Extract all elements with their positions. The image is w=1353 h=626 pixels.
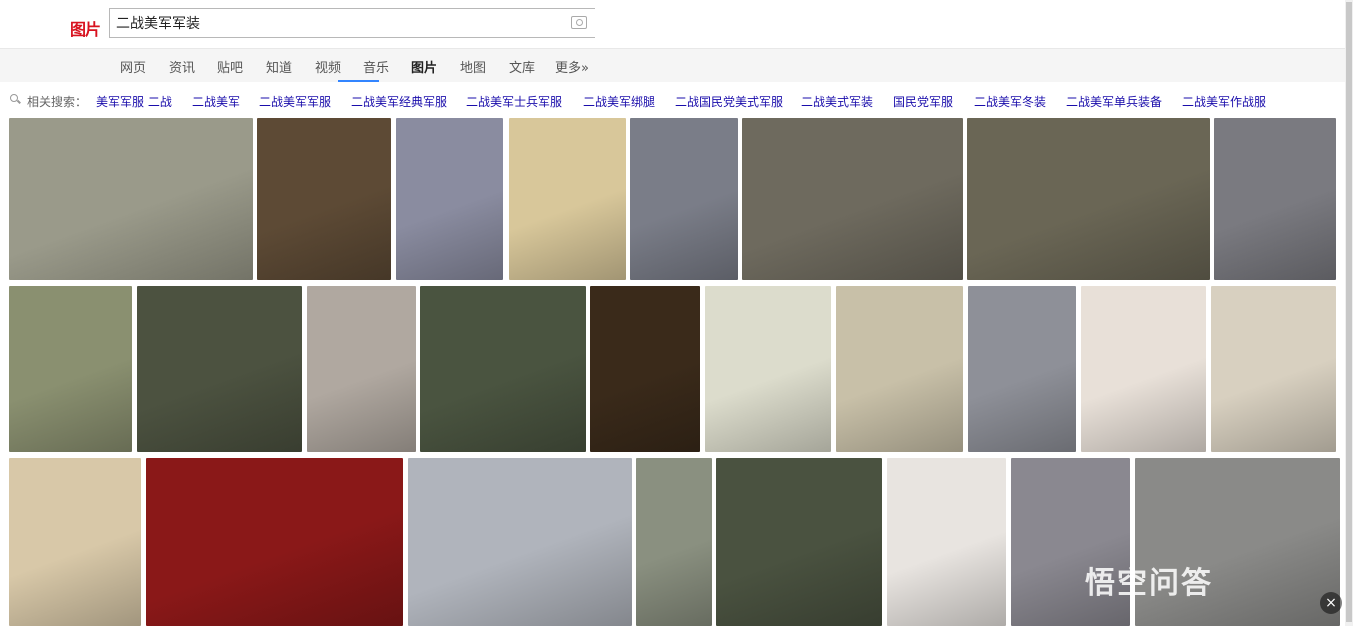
active-tab-underline: [338, 80, 379, 82]
image-thumbnail[interactable]: [742, 118, 963, 280]
related-link[interactable]: 二战美军军服: [259, 93, 331, 110]
watermark: 悟空问答: [1085, 566, 1213, 601]
tab-6[interactable]: 图片: [411, 57, 437, 76]
related-searches: 相关搜索： 美军军服 二战 二战美军 二战美军军服 二战美军经典军服 二战美军士兵军服 二…: [0, 88, 1345, 112]
image-thumbnail[interactable]: [9, 458, 141, 626]
related-link[interactable]: 二战美军经典军服: [351, 93, 447, 110]
search-box: [109, 8, 595, 38]
image-thumbnail[interactable]: [420, 286, 586, 452]
related-link[interactable]: 二战美式军装: [801, 93, 873, 110]
image-thumbnail[interactable]: [9, 286, 132, 452]
image-thumbnail[interactable]: [408, 458, 632, 626]
image-thumbnail[interactable]: [636, 458, 712, 626]
image-thumbnail[interactable]: [509, 118, 626, 280]
related-label: 相关搜索：: [27, 95, 88, 109]
logo[interactable]: 图片: [70, 16, 101, 40]
scrollbar-thumb[interactable]: [1346, 2, 1352, 622]
related-link[interactable]: 二战美军绑腿: [583, 93, 655, 110]
tab-2[interactable]: 贴吧: [217, 57, 243, 76]
tab-0[interactable]: 网页: [120, 57, 146, 76]
related-link[interactable]: 二战美军冬装: [974, 93, 1046, 110]
tab-3[interactable]: 知道: [266, 57, 292, 76]
related-link[interactable]: 二战美军作战服: [1182, 93, 1266, 110]
related-link[interactable]: 二战国民党美式军服: [675, 93, 783, 110]
related-link[interactable]: 国民党军服: [893, 93, 953, 110]
image-thumbnail[interactable]: [968, 286, 1076, 452]
close-icon[interactable]: ×: [1320, 592, 1342, 614]
tab-9[interactable]: 更多»: [555, 57, 589, 76]
tab-8[interactable]: 文库: [509, 57, 535, 76]
image-thumbnail[interactable]: [716, 458, 882, 626]
scrollbar[interactable]: [1345, 0, 1353, 626]
tab-1[interactable]: 资讯: [169, 57, 195, 76]
image-thumbnail[interactable]: [887, 458, 1006, 626]
image-thumbnail[interactable]: [137, 286, 302, 452]
image-thumbnail[interactable]: [1081, 286, 1206, 452]
image-thumbnail[interactable]: [9, 118, 253, 280]
related-link[interactable]: 二战美军单兵装备: [1066, 93, 1162, 110]
image-thumbnail[interactable]: [396, 118, 503, 280]
image-thumbnail[interactable]: [1214, 118, 1336, 280]
header: 图片: [0, 0, 1345, 48]
image-thumbnail[interactable]: [630, 118, 738, 280]
image-thumbnail[interactable]: [307, 286, 416, 452]
related-link[interactable]: 二战美军: [192, 93, 240, 110]
tab-5[interactable]: 音乐: [363, 57, 389, 76]
related-link[interactable]: 二战美军士兵军服: [466, 93, 562, 110]
tab-7[interactable]: 地图: [460, 57, 486, 76]
camera-icon[interactable]: [571, 16, 587, 29]
image-thumbnail[interactable]: [1211, 286, 1336, 452]
nav-tabs: 网页 资讯 贴吧 知道 视频 音乐 图片 地图 文库 更多»: [0, 48, 1345, 82]
search-input[interactable]: [110, 9, 550, 37]
image-thumbnail[interactable]: [590, 286, 700, 452]
image-thumbnail[interactable]: [705, 286, 831, 452]
related-link[interactable]: 美军军服 二战: [96, 93, 172, 110]
image-thumbnail[interactable]: [967, 118, 1210, 280]
search-icon: [10, 94, 18, 102]
image-thumbnail[interactable]: [257, 118, 391, 280]
image-thumbnail[interactable]: [146, 458, 403, 626]
image-thumbnail[interactable]: [836, 286, 963, 452]
tab-4[interactable]: 视频: [315, 57, 341, 76]
